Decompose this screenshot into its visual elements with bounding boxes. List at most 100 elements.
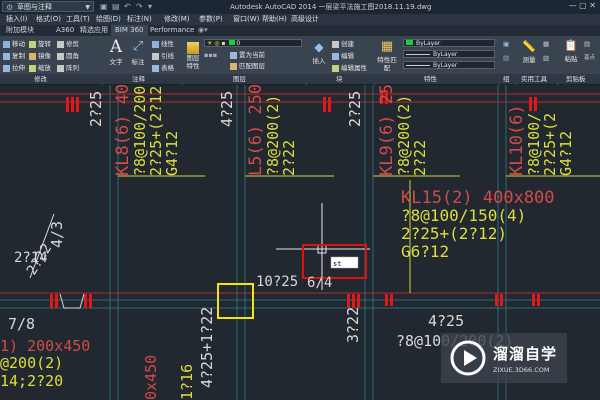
watermark-url: ZIXUE.3D66.COM <box>493 366 550 374</box>
calculator-icon[interactable]: ▦ <box>543 40 549 49</box>
redo-icon[interactable]: ↷ <box>136 2 143 11</box>
linear-tool[interactable]: 线性 <box>152 40 174 49</box>
fillet-tool[interactable]: 圆角 <box>57 52 79 61</box>
selected-column-box[interactable] <box>217 283 254 319</box>
quick-select-icon[interactable]: ▧ <box>543 54 549 63</box>
panel-label-clipboard[interactable]: 剪贴板 <box>566 74 586 84</box>
insert-block-tool[interactable]: ◆ 插入 <box>310 39 328 65</box>
measure-label: 测量 <box>522 56 536 64</box>
beam-label: KL8(6) 40 <box>113 85 133 176</box>
rebar-note: G6?12 <box>401 242 449 261</box>
insert-label: 插入 <box>312 57 326 65</box>
text-tool[interactable]: A 文字 <box>106 38 126 66</box>
measure-icon: 📏 <box>522 40 536 53</box>
menu-tools[interactable]: 工具(T) <box>66 14 90 25</box>
scale-tool[interactable]: 缩放 <box>29 64 51 73</box>
scale-label: 缩放 <box>38 64 51 72</box>
color-dropdown[interactable]: ByLayer <box>403 39 495 47</box>
tab-featured-apps[interactable]: 精选应用 <box>80 25 108 36</box>
menu-insert[interactable]: 插入(I) <box>6 14 28 25</box>
array-icon <box>57 64 64 72</box>
copy-clip-icon[interactable]: ▤ <box>584 40 590 49</box>
layer-properties-tool[interactable]: 图层特性 <box>184 42 202 70</box>
panel-label-utilities[interactable]: 实用工具 <box>521 74 547 84</box>
base-point-tool[interactable]: 基点 <box>584 54 595 63</box>
menu-advanced[interactable]: 高级设计 <box>291 14 319 25</box>
make-current-tool[interactable]: 置为当前 <box>230 51 265 60</box>
tab-addins[interactable]: 附加模块 <box>6 25 34 36</box>
menu-dimension[interactable]: 标注(N) <box>127 14 152 25</box>
layer-dropdown[interactable]: ☀ ◎ ▪ 0 <box>204 39 302 47</box>
panel-label-block[interactable]: 块 <box>336 74 343 84</box>
tab-bim360[interactable]: BIM 360 <box>111 25 148 36</box>
layer-state-icons: ☀ ◎ ▪ <box>207 40 226 47</box>
create-block-tool[interactable]: 创建 <box>332 40 354 49</box>
play-logo-icon <box>450 340 486 376</box>
menu-parametric[interactable]: 参数(P) <box>199 14 223 25</box>
paste-tool[interactable]: 📋 粘贴 <box>560 39 582 63</box>
match-properties-tool[interactable]: ▦ 特性匹配 <box>376 38 398 72</box>
group-icon[interactable]: ▣ <box>503 40 509 49</box>
match-properties-icon: ▦ <box>380 39 394 54</box>
create-label: 创建 <box>341 40 354 48</box>
move-label: 移动 <box>12 40 25 48</box>
match-layer-tool[interactable]: 匹配图层 <box>230 62 265 71</box>
tab-a360[interactable]: A360 <box>56 25 74 36</box>
leader-tool[interactable]: 引线 <box>152 52 174 61</box>
measure-tool[interactable]: 📏 测量 <box>518 40 540 64</box>
trim-label: 修剪 <box>66 40 79 48</box>
lineweight-sample <box>406 65 430 66</box>
linetype-value: ByLayer <box>433 51 458 58</box>
array-tool[interactable]: 阵列 <box>57 64 79 73</box>
stirrup-note: ?8@100/150(4) <box>401 206 526 225</box>
workspace-selector[interactable]: ⚙ 草图与注释 ▼ <box>2 1 94 12</box>
stretch-tool[interactable]: 拉伸 <box>3 64 25 73</box>
ribbon-minimize-icon[interactable]: ◉▾ <box>198 25 208 36</box>
beam-label: L5(6) 250 <box>246 85 266 176</box>
layer-small-icons[interactable]: ▪▪▪ <box>204 51 217 60</box>
linear-label: 线性 <box>161 40 174 48</box>
copy-label: 复制 <box>12 52 25 60</box>
rebar-note: 4?25 <box>218 91 236 127</box>
trim-tool[interactable]: 修剪 <box>57 40 79 49</box>
edit-attributes-tool[interactable]: 编辑属性 <box>332 64 367 73</box>
table-label: 表格 <box>161 64 174 72</box>
menu-modify[interactable]: 修改(M) <box>164 14 190 25</box>
panel-label-properties[interactable]: 特性 <box>424 74 437 84</box>
move-tool[interactable]: 移动 <box>3 40 25 49</box>
tab-performance[interactable]: Performance <box>150 25 194 36</box>
rotate-tool[interactable]: 旋转 <box>29 40 51 49</box>
beam-label: KL9(6) 25 <box>377 85 397 176</box>
rebar-note: 2?22 <box>280 140 298 176</box>
save-icon[interactable]: ▤ <box>112 2 120 11</box>
match-layer-icon <box>230 62 237 70</box>
menu-draw[interactable]: 绘图(D) <box>96 14 121 25</box>
undo-icon[interactable]: ↶ <box>124 2 131 11</box>
copy-tool[interactable]: 复制 <box>3 52 25 61</box>
rebar-note: 1?16 <box>178 364 196 400</box>
panel-label-modify[interactable]: 修改 <box>34 74 47 84</box>
linetype-dropdown[interactable]: ByLayer <box>403 50 495 58</box>
open-file-icon[interactable]: ▣ <box>100 2 108 11</box>
make-current-label: 置为当前 <box>239 51 265 59</box>
rebar-note: 14;2?20 <box>0 372 63 390</box>
panel-label-layers[interactable]: 图层 <box>233 74 246 84</box>
dimension-icon: ⤢ <box>132 39 144 54</box>
ungroup-icon[interactable]: ▤ <box>503 54 509 63</box>
menu-format[interactable]: 格式(O) <box>36 14 61 25</box>
panel-label-groups[interactable]: 组 <box>503 74 510 84</box>
table-tool[interactable]: 表格 <box>152 64 174 73</box>
menu-help[interactable]: 帮助(H) <box>262 14 287 25</box>
mirror-tool[interactable]: 镜像 <box>29 52 51 61</box>
quick-access-more-icon[interactable]: ▾ <box>148 2 152 11</box>
edit-block-tool[interactable]: 编辑 <box>332 52 354 61</box>
lineweight-dropdown[interactable]: ByLayer <box>403 61 495 69</box>
menu-window[interactable]: 窗口(W) <box>233 14 259 25</box>
panel-label-annotation[interactable]: 注释 <box>132 74 145 84</box>
trim-icon <box>57 40 64 48</box>
edit-block-icon <box>332 52 339 60</box>
rotate-icon <box>29 40 36 48</box>
window-controls[interactable]: — ▢ ✕ <box>569 1 596 10</box>
rebar-note: 7/8 <box>8 315 35 333</box>
dimension-tool[interactable]: ⤢ 标注 <box>128 38 148 66</box>
